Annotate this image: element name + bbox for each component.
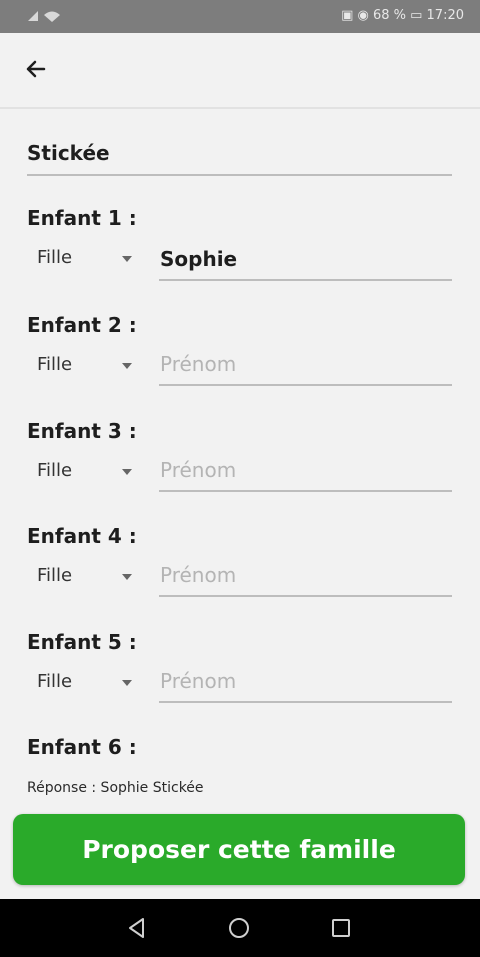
child-3-label: Enfant 3 : [27, 419, 137, 443]
child-1-label: Enfant 1 : [27, 206, 137, 230]
dropdown-arrow-icon [122, 680, 132, 686]
recents-square-icon[interactable] [329, 916, 353, 940]
dropdown-arrow-icon [122, 469, 132, 475]
dropdown-arrow-icon [122, 363, 132, 369]
family-name-value: Stickée [27, 141, 110, 165]
gender-value: Fille [37, 565, 73, 586]
gender-value: Fille [37, 354, 73, 375]
child-4-name-input[interactable]: Prénom [159, 561, 452, 597]
gender-value: Fille [37, 247, 73, 268]
name-placeholder: Prénom [160, 352, 237, 376]
status-bar: ▣ ◉ 68 % ▭ 17:20 [0, 0, 480, 33]
name-placeholder: Prénom [160, 669, 237, 693]
child-5-label: Enfant 5 : [27, 630, 137, 654]
child-4-gender-select[interactable]: Fille [28, 562, 140, 592]
dropdown-arrow-icon [122, 574, 132, 580]
submit-family-button[interactable]: Proposer cette famille [13, 814, 465, 885]
child-1-name-input[interactable]: Sophie [159, 245, 452, 281]
status-text: ▣ ◉ 68 % ▭ 17:20 [341, 8, 464, 23]
child-1-gender-select[interactable]: Fille [28, 244, 140, 274]
child-3-name-input[interactable]: Prénom [159, 456, 452, 492]
back-triangle-icon[interactable] [125, 916, 149, 940]
dropdown-arrow-icon [122, 256, 132, 262]
child-5-gender-select[interactable]: Fille [28, 668, 140, 698]
child-4-label: Enfant 4 : [27, 524, 137, 548]
app-bar [0, 33, 480, 109]
child-2-gender-select[interactable]: Fille [28, 351, 140, 381]
child-2-name-input[interactable]: Prénom [159, 350, 452, 386]
signal-wifi-icon [26, 9, 66, 27]
gender-value: Fille [37, 671, 73, 692]
name-value: Sophie [160, 247, 238, 271]
name-placeholder: Prénom [160, 563, 237, 587]
answer-text: Réponse : Sophie Stickée [27, 780, 204, 796]
family-name-field[interactable]: Stickée [27, 139, 452, 176]
gender-value: Fille [37, 460, 73, 481]
child-2-label: Enfant 2 : [27, 313, 137, 337]
system-nav-bar [0, 899, 480, 957]
name-placeholder: Prénom [160, 458, 237, 482]
back-button[interactable] [20, 53, 52, 85]
child-3-gender-select[interactable]: Fille [28, 457, 140, 487]
arrow-left-icon [26, 60, 46, 78]
home-circle-icon[interactable] [227, 916, 251, 940]
child-6-label: Enfant 6 : [27, 735, 137, 759]
child-5-name-input[interactable]: Prénom [159, 667, 452, 703]
